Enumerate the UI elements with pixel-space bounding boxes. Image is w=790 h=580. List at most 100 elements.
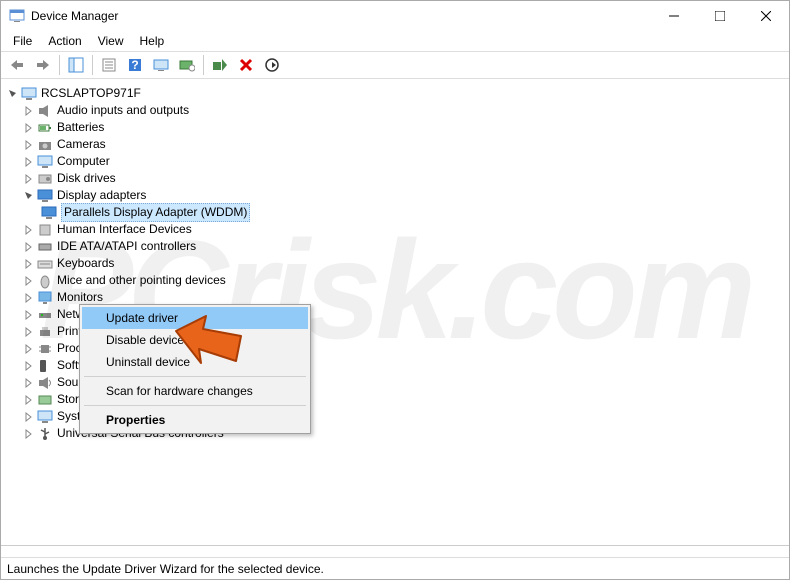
tree-item[interactable]: Computer	[7, 153, 789, 170]
menu-item-label: Scan for hardware changes	[106, 384, 253, 398]
device-icon	[37, 154, 53, 170]
tree-item[interactable]: IDE ATA/ATAPI controllers	[7, 238, 789, 255]
device-icon	[37, 273, 53, 289]
expand-icon[interactable]	[23, 326, 35, 338]
menu-file[interactable]: File	[5, 32, 40, 50]
tree-item-label: Display adapters	[57, 187, 146, 204]
menu-item-label: Uninstall device	[106, 355, 190, 369]
tree-item-label: Human Interface Devices	[57, 221, 192, 238]
device-icon	[37, 341, 53, 357]
menu-item-disable-device[interactable]: Disable device	[82, 329, 308, 351]
tree-item-label: Computer	[57, 153, 110, 170]
scan-hardware-button[interactable]	[149, 53, 173, 77]
expand-icon[interactable]	[23, 156, 35, 168]
tree-item[interactable]: Batteries	[7, 119, 789, 136]
device-icon	[37, 392, 53, 408]
device-icon	[37, 188, 53, 204]
expand-icon[interactable]	[23, 377, 35, 389]
expand-icon[interactable]	[23, 258, 35, 270]
menu-action[interactable]: Action	[40, 32, 89, 50]
tree-item[interactable]: Audio inputs and outputs	[7, 102, 789, 119]
help-button[interactable]: ?	[123, 53, 147, 77]
maximize-button[interactable]	[697, 1, 743, 31]
menu-item-uninstall-device[interactable]: Uninstall device	[82, 351, 308, 373]
expand-icon[interactable]	[23, 360, 35, 372]
tree-item[interactable]: Keyboards	[7, 255, 789, 272]
menu-item-label: Update driver	[106, 311, 178, 325]
properties-button[interactable]	[97, 53, 121, 77]
computer-icon	[21, 86, 37, 102]
window-title: Device Manager	[31, 9, 651, 23]
expand-icon[interactable]	[23, 394, 35, 406]
device-icon	[37, 307, 53, 323]
tree-item-label: Audio inputs and outputs	[57, 102, 189, 119]
device-icon	[37, 426, 53, 442]
expand-icon[interactable]	[23, 173, 35, 185]
expand-icon[interactable]	[23, 139, 35, 151]
status-text: Launches the Update Driver Wizard for th…	[7, 562, 324, 576]
menu-item-properties[interactable]: Properties	[82, 409, 308, 431]
close-button[interactable]	[743, 1, 789, 31]
expand-icon[interactable]	[23, 292, 35, 304]
tree-item[interactable]: Human Interface Devices	[7, 221, 789, 238]
menu-help[interactable]: Help	[132, 32, 173, 50]
menu-view[interactable]: View	[90, 32, 132, 50]
status-bar: Launches the Update Driver Wizard for th…	[1, 557, 789, 579]
back-button[interactable]	[5, 53, 29, 77]
expand-icon[interactable]	[23, 122, 35, 134]
expand-icon[interactable]	[7, 88, 19, 100]
menu-item-label: Properties	[106, 413, 165, 427]
collapse-icon[interactable]	[23, 190, 35, 202]
update-driver-button[interactable]	[175, 53, 199, 77]
device-icon	[37, 256, 53, 272]
app-icon	[9, 8, 25, 24]
expand-icon[interactable]	[23, 428, 35, 440]
expand-icon[interactable]	[23, 105, 35, 117]
expand-icon[interactable]	[23, 275, 35, 287]
tree-item[interactable]: Cameras	[7, 136, 789, 153]
expand-icon[interactable]	[23, 343, 35, 355]
uninstall-device-button[interactable]	[234, 53, 258, 77]
menu-separator	[84, 405, 306, 406]
context-menu: Update driver Disable device Uninstall d…	[79, 304, 311, 434]
expand-icon[interactable]	[23, 309, 35, 321]
device-icon	[37, 375, 53, 391]
device-icon	[37, 358, 53, 374]
menu-item-scan-hardware[interactable]: Scan for hardware changes	[82, 380, 308, 402]
menu-bar: File Action View Help	[1, 31, 789, 51]
device-tree[interactable]: RCSLAPTOP971F Audio inputs and outputsBa…	[1, 79, 789, 539]
device-icon	[37, 103, 53, 119]
device-icon	[37, 120, 53, 136]
tree-item-child[interactable]: Parallels Display Adapter (WDDM)	[7, 204, 789, 221]
tree-root-label: RCSLAPTOP971F	[41, 85, 141, 102]
minimize-button[interactable]	[651, 1, 697, 31]
show-hide-tree-button[interactable]	[64, 53, 88, 77]
svg-text:?: ?	[131, 58, 138, 72]
device-icon	[37, 239, 53, 255]
tree-item-label: Parallels Display Adapter (WDDM)	[61, 203, 250, 222]
device-icon	[37, 409, 53, 425]
tree-item[interactable]: Mice and other pointing devices	[7, 272, 789, 289]
device-icon	[37, 171, 53, 187]
tree-item[interactable]: Disk drives	[7, 170, 789, 187]
toolbar: ?	[1, 51, 789, 79]
tree-item-label: Batteries	[57, 119, 104, 136]
expand-icon[interactable]	[23, 411, 35, 423]
tree-root[interactable]: RCSLAPTOP971F	[7, 85, 789, 102]
device-icon	[37, 324, 53, 340]
expand-icon[interactable]	[23, 241, 35, 253]
enable-device-button[interactable]	[208, 53, 232, 77]
expand-icon[interactable]	[23, 224, 35, 236]
tree-item-label: Mice and other pointing devices	[57, 272, 226, 289]
device-icon	[37, 137, 53, 153]
menu-item-update-driver[interactable]: Update driver	[82, 307, 308, 329]
tree-item[interactable]: Display adapters	[7, 187, 789, 204]
divider	[1, 545, 789, 557]
disable-device-button[interactable]	[260, 53, 284, 77]
title-bar: Device Manager	[1, 1, 789, 31]
device-icon	[37, 290, 53, 306]
tree-item-label: IDE ATA/ATAPI controllers	[57, 238, 196, 255]
menu-separator	[84, 376, 306, 377]
forward-button[interactable]	[31, 53, 55, 77]
tree-item-label: Keyboards	[57, 255, 114, 272]
